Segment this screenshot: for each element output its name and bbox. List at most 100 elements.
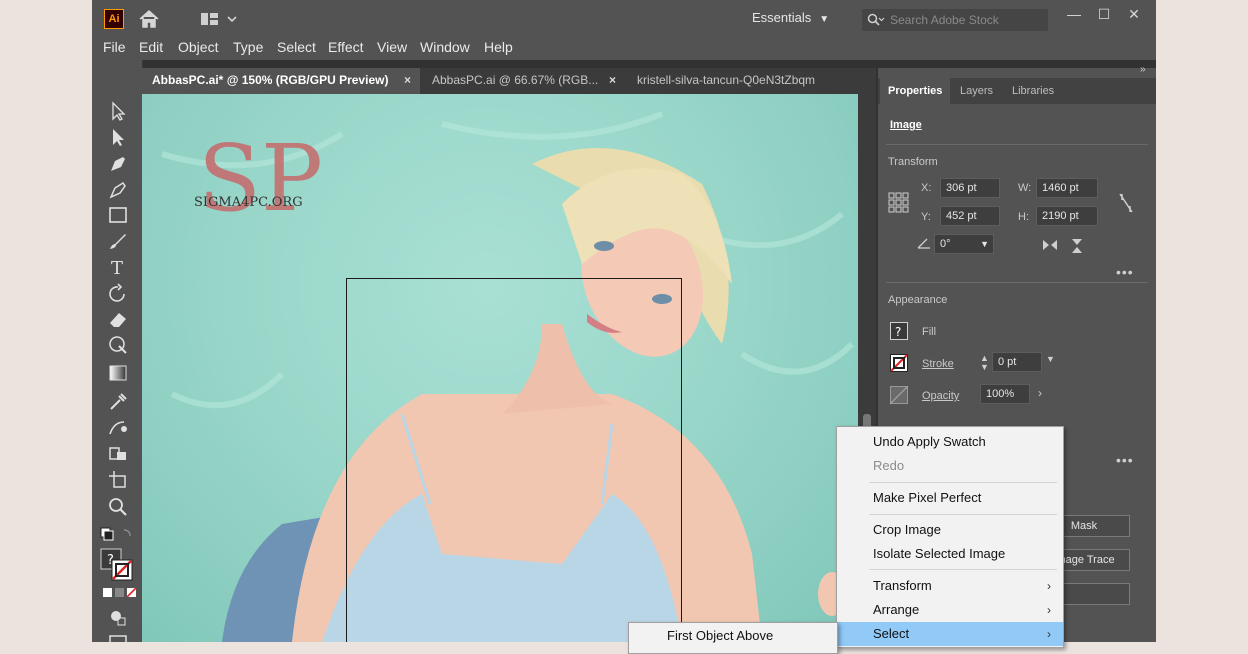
context-menu: Undo Apply Swatch Redo Make Pixel Perfec…: [836, 426, 1064, 648]
constrain-proportions-icon[interactable]: [1118, 192, 1134, 219]
h-label: H:: [1018, 211, 1029, 223]
chevron-down-icon[interactable]: ▼: [980, 235, 989, 253]
chevron-down-icon: ▼: [819, 14, 830, 25]
collapse-panel-icon[interactable]: »: [1140, 64, 1146, 75]
menu-file[interactable]: File: [103, 36, 126, 60]
x-field[interactable]: 306 pt: [940, 178, 1000, 198]
symbol-sprayer-tool-icon[interactable]: [106, 442, 130, 464]
curvature-tool-icon[interactable]: [106, 178, 130, 200]
more-options-icon[interactable]: •••: [1116, 452, 1134, 468]
close-tab-icon[interactable]: ×: [609, 68, 616, 92]
rectangle-tool-icon[interactable]: [106, 204, 130, 226]
tab-libraries[interactable]: Libraries: [1012, 78, 1054, 104]
more-options-icon[interactable]: •••: [1116, 264, 1134, 280]
tab-layers[interactable]: Layers: [960, 78, 993, 104]
draw-mode-icon[interactable]: [106, 606, 130, 628]
blend-tool-icon[interactable]: [106, 416, 130, 438]
stroke-label[interactable]: Stroke: [922, 358, 954, 370]
maximize-button[interactable]: ☐: [1092, 4, 1116, 24]
y-field[interactable]: 452 pt: [940, 206, 1000, 226]
artboard-tool-icon[interactable]: [106, 468, 130, 490]
selection-tool-icon[interactable]: [106, 100, 130, 122]
menu-item-make-pixel-perfect[interactable]: Make Pixel Perfect: [837, 486, 1063, 510]
flip-horizontal-icon[interactable]: [1042, 238, 1058, 257]
menu-item-label: Transform: [873, 578, 932, 593]
menu-item-transform[interactable]: Transform ›: [837, 574, 1063, 598]
object-type-label[interactable]: Image: [890, 119, 922, 131]
gradient-tool-icon[interactable]: [106, 362, 130, 384]
chevron-right-icon: ›: [1047, 579, 1051, 593]
rotate-field[interactable]: 0° ▼: [934, 234, 994, 254]
puppet-warp-tool-icon[interactable]: [106, 334, 130, 356]
workspace-switcher[interactable]: Essentials ▼: [752, 6, 829, 30]
type-tool-icon[interactable]: T: [106, 256, 130, 279]
menu-item-redo[interactable]: Redo: [837, 454, 1063, 478]
opacity-field[interactable]: 100%: [980, 384, 1030, 404]
menu-item-isolate-selected-image[interactable]: Isolate Selected Image: [837, 542, 1063, 566]
screen-mode-icon[interactable]: [106, 630, 130, 642]
menu-type[interactable]: Type: [233, 36, 263, 60]
stock-search-input[interactable]: Search Adobe Stock: [862, 9, 1048, 31]
reference-point-icon[interactable]: [888, 192, 910, 219]
pen-tool-icon[interactable]: [106, 152, 130, 174]
rotate-tool-icon[interactable]: [106, 282, 130, 304]
divider: [886, 144, 1148, 145]
panel-tabs: Properties Layers Libraries: [878, 78, 1156, 104]
minimize-button[interactable]: —: [1062, 4, 1086, 24]
transform-title: Transform: [888, 156, 938, 168]
stroke-swatch-icon[interactable]: [890, 354, 908, 377]
tab-document-3[interactable]: kristell-silva-tancun-Q0eN3tZbqm: [627, 68, 837, 94]
menu-item-crop-image[interactable]: Crop Image: [837, 518, 1063, 542]
swap-fill-stroke-icon[interactable]: [100, 526, 136, 542]
search-placeholder: Search Adobe Stock: [890, 13, 999, 27]
close-tab-icon[interactable]: ×: [404, 68, 411, 92]
rotate-angle-icon: [916, 236, 932, 255]
zoom-tool-icon[interactable]: [106, 496, 130, 518]
search-icon: [867, 13, 885, 26]
workspace-label: Essentials: [752, 10, 812, 25]
selection-bounding-box[interactable]: [346, 278, 682, 642]
chevron-right-icon: ›: [1047, 627, 1051, 641]
chevron-right-icon[interactable]: ›: [1038, 386, 1042, 400]
y-label: Y:: [921, 211, 931, 223]
tab-document-2[interactable]: AbbasPC.ai @ 66.67% (RGB... ×: [422, 68, 627, 94]
menu-window[interactable]: Window: [420, 36, 470, 60]
arrange-documents-icon[interactable]: [200, 10, 240, 28]
fill-swatch-icon[interactable]: ?: [890, 322, 908, 345]
direct-selection-tool-icon[interactable]: [106, 126, 130, 148]
x-label: X:: [921, 182, 932, 194]
stroke-stepper-icon[interactable]: ▲ ▼: [980, 354, 989, 372]
eraser-tool-icon[interactable]: [106, 308, 130, 330]
menu-edit[interactable]: Edit: [139, 36, 163, 60]
tab-document-1[interactable]: AbbasPC.ai* @ 150% (RGB/GPU Preview) ×: [142, 68, 420, 94]
paintbrush-tool-icon[interactable]: [106, 230, 130, 252]
opacity-label[interactable]: Opacity: [922, 390, 959, 402]
menu-item-undo[interactable]: Undo Apply Swatch: [837, 430, 1063, 454]
site-watermark: SP SIGMA4PC.ORG: [192, 118, 323, 258]
flip-vertical-icon[interactable]: [1070, 238, 1084, 259]
tab-properties[interactable]: Properties: [880, 78, 951, 104]
menu-separator: [869, 514, 1057, 515]
home-icon[interactable]: [138, 9, 160, 29]
menu-item-first-object-above[interactable]: First Object Above: [629, 624, 837, 648]
fill-stroke-swatches[interactable]: ?: [100, 548, 136, 584]
tab-label: AbbasPC.ai @ 66.67% (RGB...: [432, 73, 599, 87]
close-button[interactable]: ✕: [1122, 4, 1146, 24]
artboard-canvas[interactable]: A B P C SP SIGMA4PC.ORG: [142, 94, 858, 642]
width-field[interactable]: 1460 pt: [1036, 178, 1098, 198]
stroke-weight-field[interactable]: 0 pt: [992, 352, 1042, 372]
menu-item-arrange[interactable]: Arrange ›: [837, 598, 1063, 622]
tab-label: AbbasPC.ai* @ 150% (RGB/GPU Preview): [152, 73, 389, 87]
chevron-down-icon[interactable]: ▼: [1046, 354, 1055, 364]
svg-text:?: ?: [895, 325, 901, 339]
eyedropper-tool-icon[interactable]: [106, 390, 130, 412]
color-mode-icon[interactable]: [102, 586, 138, 598]
menu-item-select[interactable]: Select ›: [837, 622, 1063, 646]
menu-object[interactable]: Object: [178, 36, 218, 60]
menu-select[interactable]: Select: [277, 36, 316, 60]
app-logo: Ai: [104, 9, 124, 29]
menu-view[interactable]: View: [377, 36, 407, 60]
menu-effect[interactable]: Effect: [328, 36, 364, 60]
height-field[interactable]: 2190 pt: [1036, 206, 1098, 226]
menu-help[interactable]: Help: [484, 36, 513, 60]
